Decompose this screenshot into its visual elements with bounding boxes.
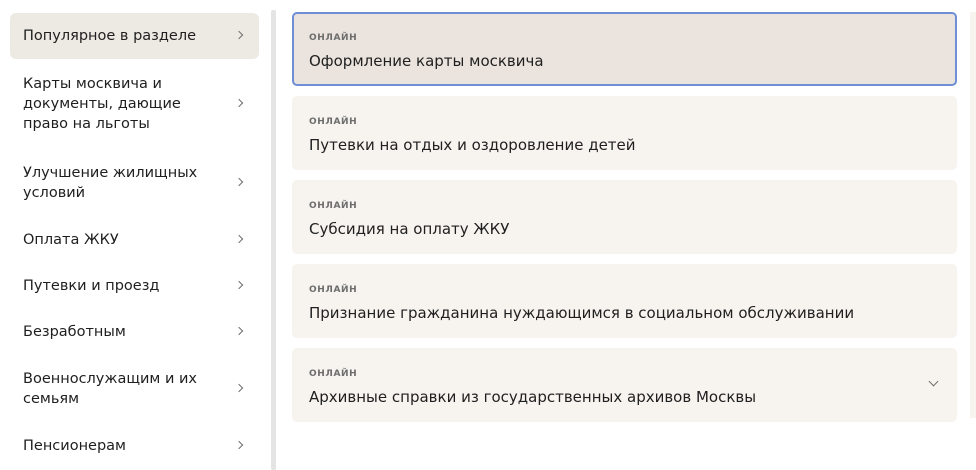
service-title: Путевки на отдых и оздоровление детей: [309, 136, 636, 154]
sidebar-item-label: Оплата ЖКУ: [23, 232, 119, 248]
sidebar-item-label: Карты москвича и документы, дающие право…: [23, 76, 181, 132]
sidebar-item-label: Пенсионерам: [23, 438, 127, 454]
next-column-edge: [970, 12, 976, 418]
page: Популярное в разделе Карты москвича и до…: [0, 0, 976, 470]
service-tag: ОНЛАЙН: [309, 285, 358, 295]
chevron-right-icon: [234, 280, 244, 290]
sidebar-item-label: Безработным: [23, 324, 126, 340]
service-title: Субсидия на оплату ЖКУ: [309, 220, 510, 238]
sidebar-item-pensioners[interactable]: Пенсионерам: [10, 423, 259, 469]
service-title: Архивные справки из государственных архи…: [309, 388, 757, 406]
sidebar-item-unemployed[interactable]: Безработным: [10, 309, 259, 355]
sidebar-item-popular[interactable]: Популярное в разделе: [10, 13, 259, 59]
chevron-right-icon: [234, 234, 244, 244]
sidebar-item-travel[interactable]: Путевки и проезд: [10, 263, 259, 309]
service-card[interactable]: ОНЛАЙН Оформление карты москвича: [292, 12, 957, 86]
service-card[interactable]: ОНЛАЙН Признание гражданина нуждающимся …: [292, 264, 957, 338]
chevron-right-icon: [234, 177, 244, 187]
sidebar-item-moscow-cards[interactable]: Карты москвича и документы, дающие право…: [10, 59, 259, 149]
sidebar-item-label: Популярное в разделе: [23, 28, 197, 44]
sidebar-item-utilities[interactable]: Оплата ЖКУ: [10, 217, 259, 263]
service-list: ОНЛАЙН Оформление карты москвича ОНЛАЙН …: [292, 12, 957, 432]
category-sidebar: Популярное в разделе Карты москвича и до…: [10, 13, 259, 469]
chevron-right-icon: [234, 440, 244, 450]
service-title: Признание гражданина нуждающимся в социа…: [309, 304, 855, 322]
service-title: Оформление карты москвича: [309, 52, 544, 70]
sidebar-item-label: Военнослужащим и их семьям: [23, 371, 198, 407]
service-tag: ОНЛАЙН: [309, 117, 358, 127]
service-card-expandable[interactable]: ОНЛАЙН Архивные справки из государственн…: [292, 348, 957, 422]
chevron-right-icon: [234, 30, 244, 40]
service-tag: ОНЛАЙН: [309, 201, 358, 211]
sidebar-item-military[interactable]: Военнослужащим и их семьям: [10, 355, 259, 423]
service-card[interactable]: ОНЛАЙН Путевки на отдых и оздоровление д…: [292, 96, 957, 170]
service-card[interactable]: ОНЛАЙН Субсидия на оплату ЖКУ: [292, 180, 957, 254]
service-tag: ОНЛАЙН: [309, 33, 358, 43]
sidebar-item-label: Улучшение жилищных условий: [23, 165, 198, 201]
chevron-right-icon: [234, 383, 244, 393]
sidebar-item-housing[interactable]: Улучшение жилищных условий: [10, 149, 259, 217]
sidebar-scrollbar[interactable]: [271, 10, 276, 470]
chevron-right-icon: [234, 326, 244, 336]
chevron-right-icon: [234, 98, 244, 108]
sidebar-item-label: Путевки и проезд: [23, 278, 160, 294]
service-tag: ОНЛАЙН: [309, 369, 358, 379]
